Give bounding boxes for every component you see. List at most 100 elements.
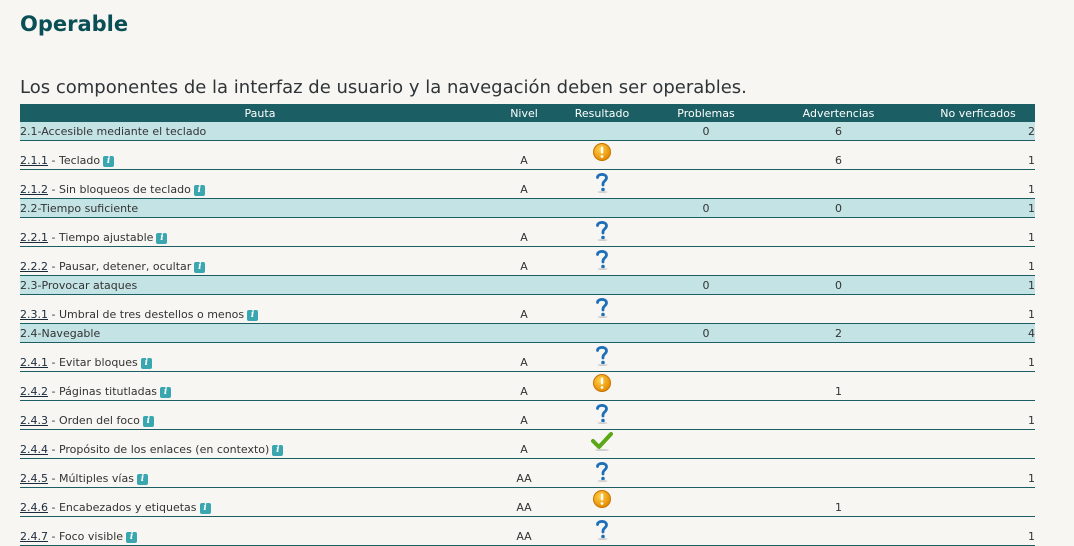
no-verificados-cell: 1 (921, 342, 1035, 372)
resultado-cell (548, 140, 656, 170)
pauta-cell: 2.4.4 - Propósito de los enlaces (en con… (20, 429, 500, 459)
pauta-cell: 2.4.3 - Orden del foco i (20, 400, 500, 430)
criterion-name: - Pausar, detener, ocultar (48, 260, 192, 273)
criterion-link[interactable]: 2.4.1 (20, 356, 48, 369)
nivel-cell (500, 198, 548, 218)
advertencias-cell: 0 (756, 198, 921, 218)
group-row: 2.4-Navegable 0 2 4 (20, 323, 1035, 343)
criterion-link[interactable]: 2.4.2 (20, 385, 48, 398)
nivel-cell: A (500, 400, 548, 430)
nivel-cell (500, 323, 548, 343)
question-icon (594, 296, 610, 318)
info-icon[interactable]: i (199, 503, 211, 514)
info-icon[interactable]: i (272, 445, 284, 456)
resultado-cell (548, 169, 656, 199)
criterion-link[interactable]: 2.2.1 (20, 231, 48, 244)
criterion-link[interactable]: 2.3.1 (20, 308, 48, 321)
no-verificados-cell: 4 (921, 323, 1035, 343)
question-icon (594, 518, 610, 540)
problemas-cell: 0 (656, 122, 756, 141)
info-icon[interactable]: i (194, 262, 206, 273)
table-row: 2.3.1 - Umbral de tres destellos o menos… (20, 294, 1035, 324)
advertencias-cell: 1 (756, 487, 921, 517)
info-icon[interactable]: i (103, 156, 115, 167)
criterion-link[interactable]: 2.2.2 (20, 260, 48, 273)
info-icon[interactable]: i (160, 387, 172, 398)
problemas-cell (656, 169, 756, 199)
resultado-cell (548, 275, 656, 295)
criterion-link[interactable]: 2.4.6 (20, 501, 48, 514)
pauta-cell: 2.4.1 - Evitar bloques i (20, 342, 500, 372)
table-row: 2.2.1 - Tiempo ajustable i A 1 (20, 217, 1035, 247)
group-label: 2.3-Provocar ataques (20, 275, 500, 295)
results-table: Pauta Nivel Resultado Problemas Adverten… (20, 104, 1035, 546)
criterion-name: - Propósito de los enlaces (en contexto) (48, 443, 270, 456)
page-title: Operable (20, 12, 129, 36)
info-icon[interactable]: i (193, 185, 205, 196)
no-verificados-cell: 1 (921, 217, 1035, 247)
problemas-cell: 0 (656, 198, 756, 218)
info-icon[interactable]: i (142, 416, 154, 427)
nivel-cell: A (500, 140, 548, 170)
problemas-cell (656, 140, 756, 170)
criterion-name: - Múltiples vías (48, 472, 134, 485)
advertencias-cell: 2 (756, 323, 921, 343)
pauta-cell: 2.4.5 - Múltiples vías i (20, 458, 500, 488)
resultado-cell (548, 487, 656, 517)
criterion-link[interactable]: 2.1.2 (20, 183, 48, 196)
advertencias-cell (756, 169, 921, 199)
table-row: 2.4.6 - Encabezados y etiquetas i AA 1 (20, 487, 1035, 517)
no-verificados-cell: 1 (921, 400, 1035, 430)
table-row: 2.4.7 - Foco visible i AA 1 (20, 516, 1035, 546)
group-label: 2.1-Accesible mediante el teclado (20, 122, 500, 141)
header-problemas: Problemas (656, 104, 756, 122)
table-row: 2.1.2 - Sin bloqueos de teclado i A 1 (20, 169, 1035, 199)
criterion-link[interactable]: 2.4.5 (20, 472, 48, 485)
info-icon[interactable]: i (136, 474, 148, 485)
nivel-cell: A (500, 371, 548, 401)
problemas-cell (656, 516, 756, 546)
nivel-cell: A (500, 169, 548, 199)
info-icon[interactable]: i (156, 233, 168, 244)
info-icon[interactable]: i (126, 532, 138, 543)
advertencias-cell (756, 217, 921, 247)
nivel-cell: AA (500, 487, 548, 517)
group-label: 2.2-Tiempo suficiente (20, 198, 500, 218)
info-icon[interactable]: i (247, 310, 259, 321)
criterion-link[interactable]: 2.4.4 (20, 443, 48, 456)
header-pauta: Pauta (20, 104, 500, 122)
pauta-cell: 2.2.2 - Pausar, detener, ocultar i (20, 246, 500, 276)
table-row: 2.4.1 - Evitar bloques i A 1 (20, 342, 1035, 372)
problemas-cell (656, 429, 756, 459)
section-subtitle: Los componentes de la interfaz de usuari… (20, 77, 747, 98)
resultado-cell (548, 458, 656, 488)
resultado-cell (548, 516, 656, 546)
problemas-cell (656, 217, 756, 247)
pauta-cell: 2.3.1 - Umbral de tres destellos o menos… (20, 294, 500, 324)
criterion-name: - Páginas titutladas (48, 385, 158, 398)
advertencias-cell (756, 516, 921, 546)
no-verificados-cell: 1 (921, 458, 1035, 488)
resultado-cell (548, 429, 656, 459)
info-icon[interactable]: i (140, 358, 152, 369)
nivel-cell: A (500, 429, 548, 459)
question-icon (594, 402, 610, 424)
nivel-cell: AA (500, 516, 548, 546)
no-verificados-cell: 2 (921, 122, 1035, 141)
table-row: 2.4.3 - Orden del foco i A 1 (20, 400, 1035, 430)
no-verificados-cell (921, 429, 1035, 459)
criterion-link[interactable]: 2.4.7 (20, 530, 48, 543)
no-verificados-cell: 1 (921, 275, 1035, 295)
header-nivel: Nivel (500, 104, 548, 122)
nivel-cell: A (500, 294, 548, 324)
problemas-cell (656, 458, 756, 488)
advertencias-cell (756, 246, 921, 276)
criterion-link[interactable]: 2.1.1 (20, 154, 48, 167)
pauta-cell: 2.1.2 - Sin bloqueos de teclado i (20, 169, 500, 199)
problemas-cell (656, 342, 756, 372)
criterion-link[interactable]: 2.4.3 (20, 414, 48, 427)
no-verificados-cell (921, 371, 1035, 401)
header-advertencias: Advertencias (756, 104, 921, 122)
pauta-cell: 2.1.1 - Teclado i (20, 140, 500, 170)
question-icon (594, 171, 610, 193)
